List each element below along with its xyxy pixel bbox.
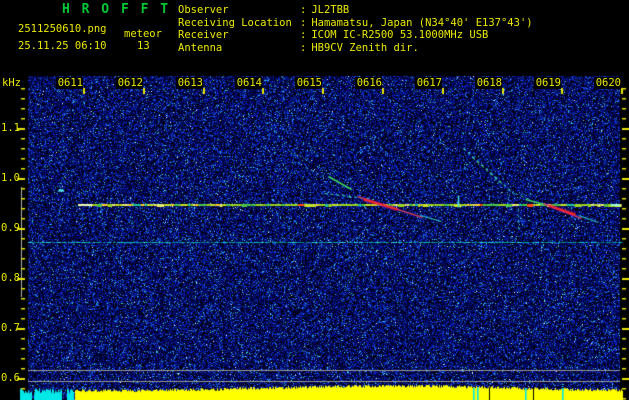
time-tick-label: 0619: [534, 77, 561, 89]
time-tick-label: 0616: [355, 77, 382, 89]
freq-tick-label: 0.6: [1, 372, 20, 384]
echo-count: 13: [137, 40, 150, 52]
info-separator: :: [300, 16, 307, 29]
freq-tick-label: 1.0: [1, 172, 20, 184]
freq-tick-label: 0.9: [1, 222, 20, 234]
time-tick-label: 0611: [56, 77, 83, 89]
info-row-location: Receiving Location: Hamamatsu, Japan (N34…: [178, 17, 533, 30]
time-tick-label: 0618: [475, 77, 502, 89]
info-value: JL2TBB: [311, 4, 350, 16]
time-tick-label: 0620: [594, 77, 621, 89]
hrofft-window: H R O F F T 2511250610.png meteor 25.11.…: [0, 0, 629, 400]
info-row-receiver: Receiver: ICOM IC-R2500 53.1000MHz USB: [178, 29, 533, 42]
freq-tick-label: 0.7: [1, 322, 20, 334]
time-tick-label: 0612: [116, 77, 143, 89]
info-separator: :: [300, 4, 307, 16]
time-tick-label: 0613: [176, 77, 203, 89]
datetime-label: 25.11.25 06:10: [18, 40, 107, 52]
info-separator: :: [300, 29, 307, 41]
freq-tick-label: 0.8: [1, 272, 20, 284]
info-label: Antenna: [178, 41, 223, 54]
info-value: HB9CV Zenith dir.: [311, 41, 419, 54]
spectrogram-canvas: [0, 0, 629, 400]
info-label: Observer: [178, 4, 229, 16]
freq-axis-unit: kHz: [2, 77, 21, 89]
info-label: Receiver: [178, 29, 229, 41]
observation-info: Observer: JL2TBB Receiving Location: Hamam…: [178, 4, 533, 54]
time-tick-label: 0614: [235, 77, 262, 89]
app-title: H R O F F T: [62, 2, 171, 17]
mode-label: meteor: [124, 28, 162, 40]
info-separator: :: [300, 41, 307, 54]
info-row-observer: Observer: JL2TBB: [178, 4, 533, 17]
info-row-antenna: Antenna: HB9CV Zenith dir.: [178, 42, 533, 55]
time-tick-label: 0615: [295, 77, 322, 89]
info-label: Receiving Location: [178, 16, 292, 29]
output-filename: 2511250610.png: [18, 23, 107, 35]
freq-tick-label: 1.1: [1, 122, 20, 134]
time-tick-label: 0617: [415, 77, 442, 89]
info-value: ICOM IC-R2500 53.1000MHz USB: [311, 29, 489, 41]
info-value: Hamamatsu, Japan (N34°40' E137°43'): [311, 16, 533, 29]
